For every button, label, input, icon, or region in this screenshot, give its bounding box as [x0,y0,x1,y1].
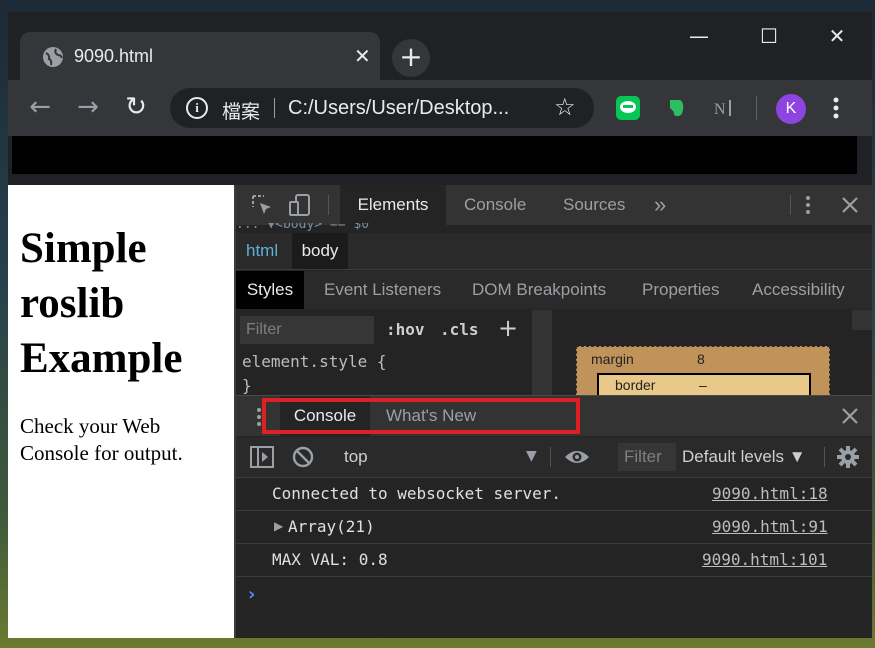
sidebar-toggle-icon[interactable] [250,446,274,468]
breadcrumb: html body [236,233,872,270]
security-label: 檔案 [222,101,261,123]
styles-subtabs: Styles Event Listeners DOM Breakpoints P… [236,271,872,309]
subtab-event-listeners[interactable]: Event Listeners [324,280,441,300]
notion-icon[interactable]: N [712,96,736,120]
subtab-accessibility[interactable]: Accessibility [752,280,845,300]
globe-icon [43,47,63,67]
devtools-menu-icon[interactable] [798,193,818,217]
margin-value[interactable]: 8 [697,351,705,367]
clear-console-icon[interactable] [292,446,314,468]
bookmarks-bar [12,136,857,174]
box-model-scrollbar[interactable] [852,310,872,330]
bookmark-star-icon[interactable]: ☆ [554,93,576,121]
close-drawer-icon[interactable] [840,406,860,426]
tab-console[interactable]: Console [464,185,526,225]
tab-sources[interactable]: Sources [563,185,625,225]
minimize-button[interactable]: — [676,18,722,54]
dom-tree-peek: ... ▼<body> == $0 [236,223,370,231]
subtab-properties[interactable]: Properties [642,280,719,300]
breadcrumb-body[interactable]: body [292,233,348,269]
tab-title: 9090.html [74,46,154,66]
console-filter-input[interactable]: Filter [618,443,676,471]
element-style-close: } [242,376,252,395]
page-heading: Simple roslib Example [20,225,183,382]
console-source-link[interactable]: 9090.html:101 [702,550,827,569]
box-model-border: border – [597,373,811,395]
styles-pane: Filter :hov .cls + element.style { } [236,310,532,395]
close-devtools-icon[interactable] [840,195,860,215]
console-source-link[interactable]: 9090.html:18 [712,484,828,503]
more-tabs-icon[interactable]: » [654,185,666,225]
styles-filter-input[interactable]: Filter [240,316,374,344]
divider [790,195,791,215]
hov-toggle[interactable]: :hov [386,320,425,339]
console-message-text: MAX VAL: 0.8 [272,550,388,569]
border-value[interactable]: – [699,377,707,393]
address-bar[interactable]: i 檔案 C:/Users/User/Desktop... ☆ [170,88,594,128]
console-message-row[interactable]: Connected to websocket server. 9090.html… [236,478,872,511]
chevron-down-icon[interactable]: ▼ [526,448,537,464]
browser-toolbar: ← → ↻ i 檔案 C:/Users/User/Desktop... ☆ N … [8,80,872,136]
forward-button[interactable]: → [70,90,106,126]
console-toolbar: top ▼ Filter Default levels ▼ [236,437,872,478]
breadcrumb-html[interactable]: html [246,241,278,261]
subtab-dom-breakpoints[interactable]: DOM Breakpoints [472,280,606,300]
url-text[interactable]: C:/Users/User/Desktop... [288,97,548,120]
box-model-margin: margin 8 border – [576,346,830,395]
avatar[interactable]: K [776,94,806,124]
console-message-text: Connected to websocket server. [272,484,561,503]
cls-toggle[interactable]: .cls [440,320,479,339]
console-message-row[interactable]: ▶ Array(21) 9090.html:91 [236,511,872,544]
gear-icon[interactable] [836,445,860,469]
border-label: border [615,377,656,393]
console-message-row[interactable]: MAX VAL: 0.8 9090.html:101 [236,544,872,577]
tab-elements[interactable]: Elements [340,185,446,225]
console-message-text: Array(21) [288,517,375,536]
info-icon[interactable]: i [186,97,208,119]
live-expression-eye-icon[interactable] [564,447,590,467]
devtools-panel: Elements Console Sources » ... ▼<body> =… [234,185,872,638]
maximize-button[interactable]: ☐ [746,18,792,54]
divider [328,195,329,215]
divider [824,447,825,467]
styles-scrollbar[interactable] [532,310,552,395]
element-style-open: element.style { [242,352,387,371]
console-source-link[interactable]: 9090.html:91 [712,517,828,536]
highlight-box [262,398,580,434]
console-drawer: Console What's New top ▼ Filter Default … [236,395,872,638]
element-style-rule[interactable]: element.style { } [242,350,387,395]
new-tab-button[interactable]: + [392,39,430,77]
divider [550,447,551,467]
browser-window: 9090.html ✕ + — ☐ ✕ ← → ↻ i 檔案 C:/Users/… [8,12,872,638]
browser-tab[interactable]: 9090.html ✕ [20,32,380,80]
divider [756,96,757,120]
page-viewport: Simple roslib Example Check your Web Con… [8,185,234,638]
devtools-tabbar: Elements Console Sources » [236,185,872,225]
line-icon[interactable] [616,96,640,120]
device-toolbar-icon[interactable] [288,193,312,217]
svg-text:N: N [714,101,726,118]
log-levels-dropdown[interactable]: Default levels ▼ [682,447,806,467]
box-model: margin 8 border – [554,310,872,395]
page-body-text: Check your Web Console for output. [20,414,183,465]
subtab-styles[interactable]: Styles [236,271,304,309]
close-window-button[interactable]: ✕ [814,18,860,54]
tab-close-icon[interactable]: ✕ [354,44,371,68]
margin-label: margin [591,351,634,367]
back-button[interactable]: ← [22,90,58,126]
expand-triangle-icon[interactable]: ▶ [274,519,283,533]
new-style-rule-button[interactable]: + [498,314,518,342]
console-prompt[interactable]: › [248,584,255,605]
context-selector[interactable]: top [344,447,368,467]
browser-menu-icon[interactable] [826,92,846,124]
inspect-element-icon[interactable] [250,193,274,217]
reload-button[interactable]: ↻ [118,90,154,126]
divider [274,98,275,118]
evernote-icon[interactable] [664,96,688,120]
tab-strip: 9090.html ✕ + — ☐ ✕ [8,12,872,80]
